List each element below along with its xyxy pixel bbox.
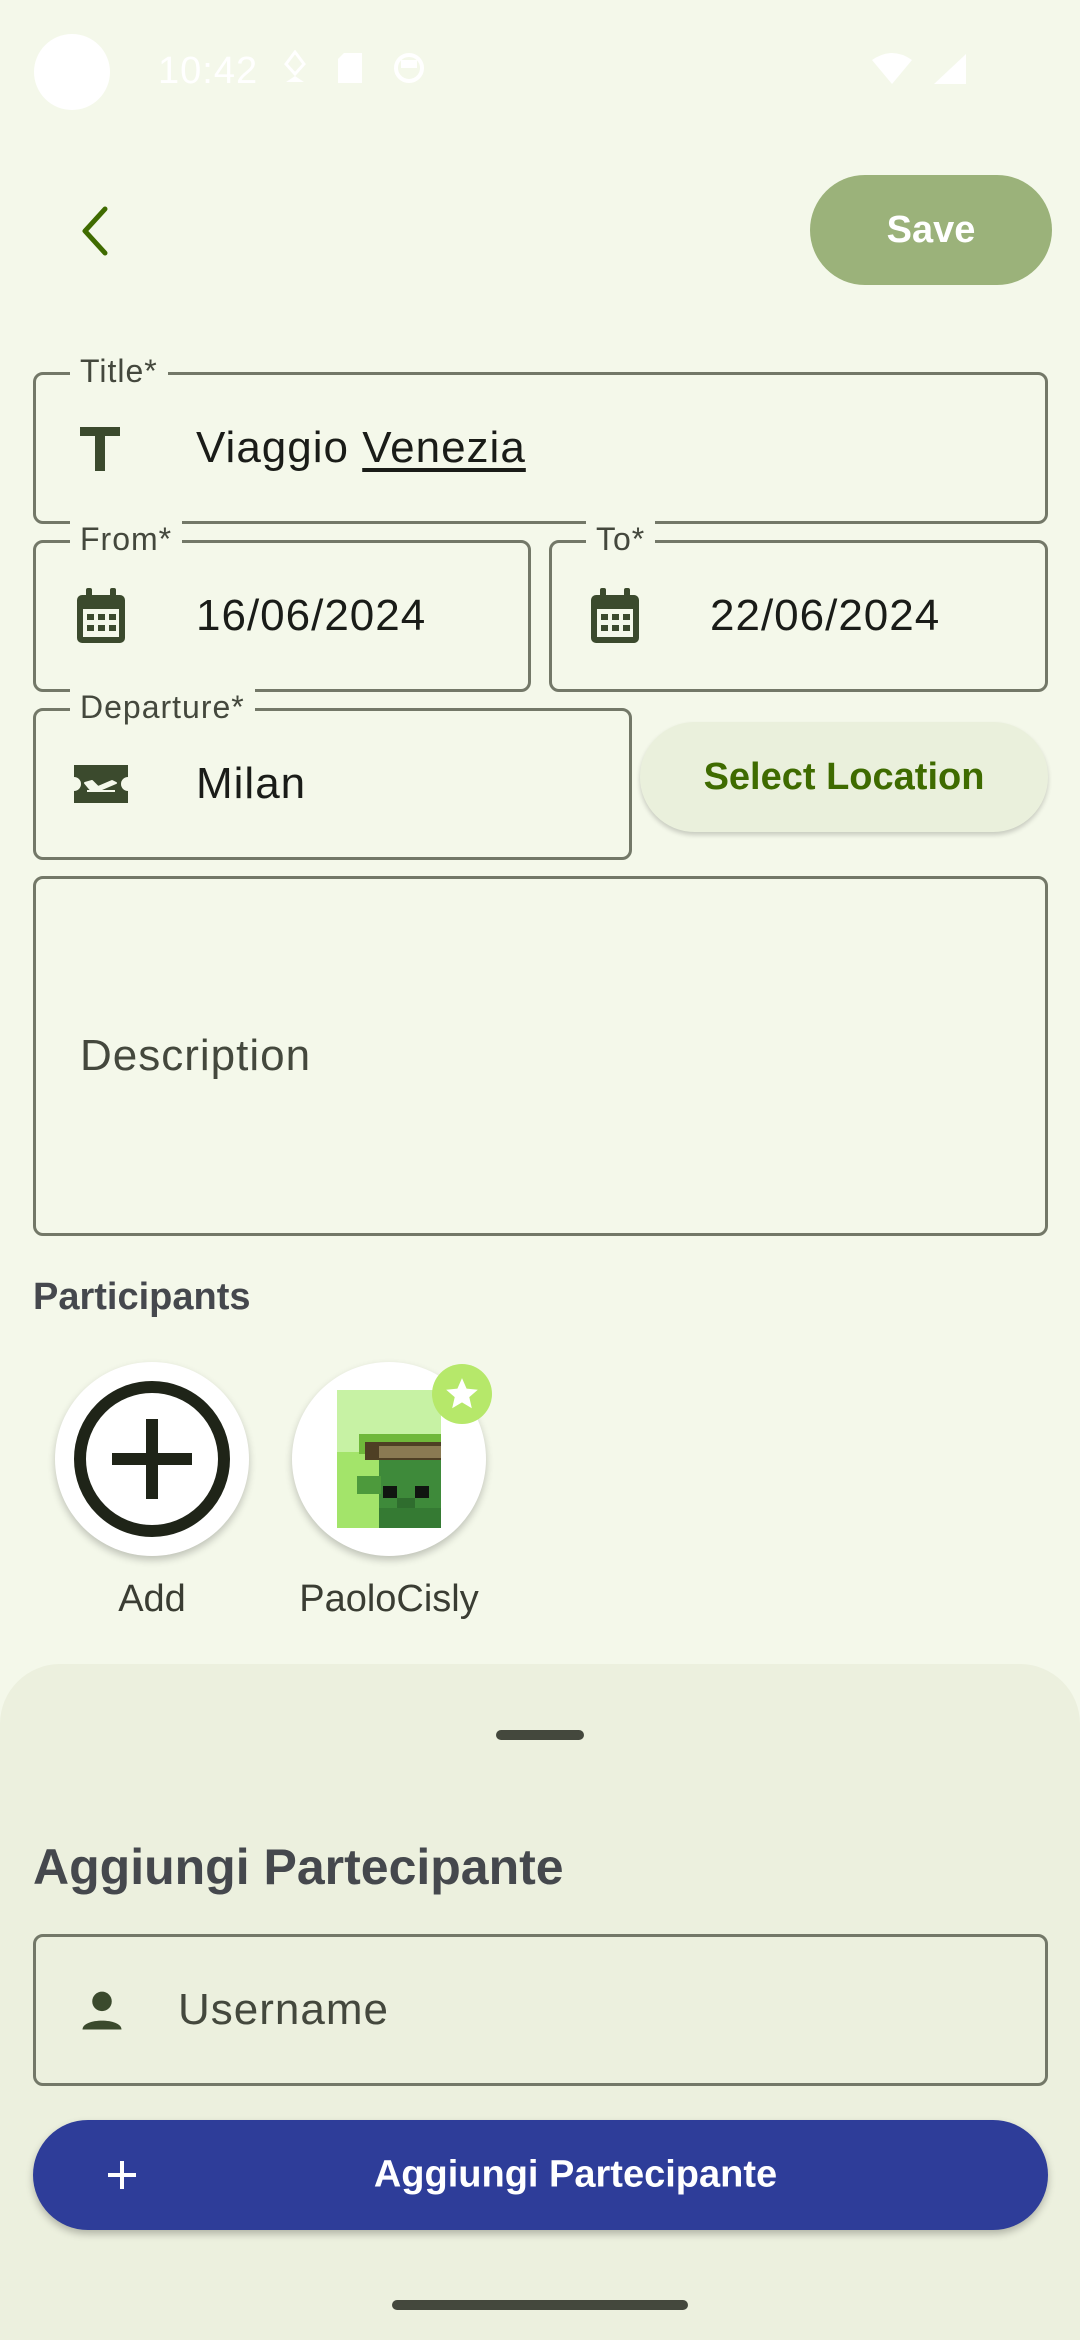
from-date-label: From* — [70, 521, 183, 557]
save-button[interactable]: Save — [810, 175, 1052, 285]
title-text-underlined: Venezia — [362, 423, 526, 472]
navigation-handle[interactable] — [392, 2300, 688, 2310]
system-status-icons — [870, 52, 968, 86]
add-participant-item[interactable]: Add — [55, 1362, 249, 1621]
calendar-icon — [74, 587, 128, 645]
status-bar: 10:42 — [0, 0, 1080, 140]
departure-value[interactable]: Milan — [196, 759, 306, 809]
from-date-field[interactable]: From* 16/06/2024 — [33, 521, 531, 692]
airplane-ticket-icon — [72, 761, 130, 807]
to-date-field[interactable]: To* 22/06/2024 — [549, 521, 1048, 692]
sync-icon — [394, 53, 424, 83]
text-format-icon — [78, 423, 122, 473]
select-location-button[interactable]: Select Location — [640, 722, 1048, 832]
description-field[interactable]: Description — [33, 876, 1048, 1236]
participants-heading: Participants — [33, 1276, 251, 1318]
title-field[interactable]: Title* Viaggio Venezia — [33, 353, 1048, 524]
location-notification-icon — [284, 50, 306, 82]
title-text-plain: Viaggio — [196, 423, 363, 472]
add-participant-avatar[interactable] — [55, 1362, 249, 1556]
notification-icons — [282, 50, 426, 86]
from-date-value[interactable]: 16/06/2024 — [196, 591, 426, 641]
title-field-label: Title* — [70, 353, 168, 389]
username-input[interactable]: Username — [33, 1934, 1048, 2086]
calendar-icon — [588, 587, 642, 645]
owner-badge — [432, 1364, 492, 1424]
add-circle-icon — [74, 1381, 230, 1537]
participant-avatar[interactable] — [292, 1362, 492, 1556]
participant-name: PaoloCisly — [299, 1578, 479, 1620]
back-button[interactable] — [60, 196, 130, 266]
camera-cutout — [34, 34, 110, 110]
departure-field[interactable]: Departure* Milan — [33, 689, 632, 860]
status-time: 10:42 — [158, 50, 259, 92]
chevron-left-icon — [82, 206, 108, 256]
to-date-label: To* — [586, 521, 656, 557]
wifi-icon — [872, 53, 912, 84]
sheet-drag-handle[interactable] — [496, 1730, 584, 1740]
description-placeholder: Description — [80, 1031, 312, 1080]
signal-icon — [934, 54, 966, 84]
star-icon — [446, 1378, 478, 1409]
participant-item[interactable]: PaoloCisly — [292, 1362, 492, 1621]
title-field-value[interactable]: Viaggio Venezia — [196, 423, 526, 473]
add-participant-sheet: Aggiungi Partecipante Username Aggiungi … — [0, 1664, 1080, 2340]
sheet-title: Aggiungi Partecipante — [33, 1839, 564, 1895]
to-date-value[interactable]: 22/06/2024 — [710, 591, 940, 641]
add-participant-label: Add — [118, 1578, 186, 1620]
sd-card-icon — [338, 53, 362, 83]
departure-label: Departure* — [70, 689, 255, 725]
person-icon — [76, 1984, 128, 2036]
pixel-avatar-image — [337, 1390, 441, 1528]
add-participant-button[interactable]: Aggiungi Partecipante — [33, 2120, 1048, 2230]
username-placeholder: Username — [178, 1985, 389, 2034]
add-participant-button-label: Aggiungi Partecipante — [373, 2153, 778, 2196]
